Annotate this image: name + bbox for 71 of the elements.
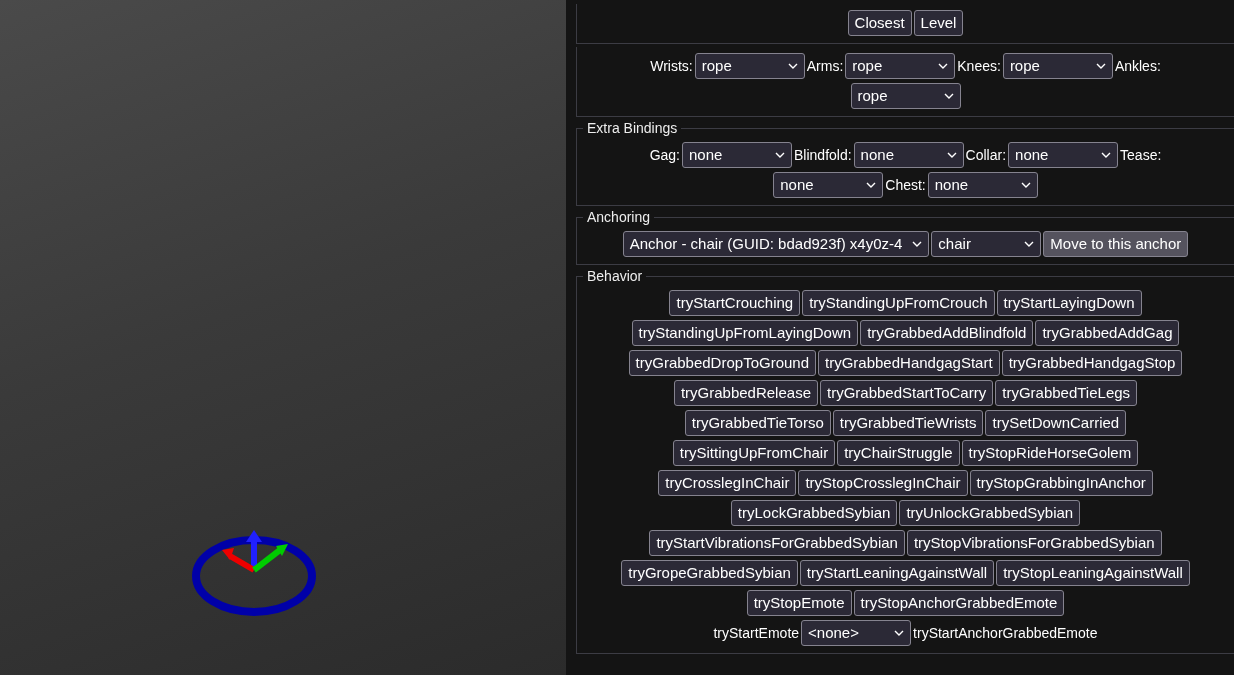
action-button[interactable]: Level <box>913 9 964 36</box>
action-button[interactable]: Move to this anchor <box>1043 230 1189 257</box>
field-label: Gag: <box>649 146 680 163</box>
dropdown[interactable]: none <box>773 171 884 198</box>
caret-icon <box>1095 62 1106 69</box>
caret-icon <box>787 62 798 69</box>
action-button[interactable]: tryStartCrouching <box>669 289 801 316</box>
section-title: Extra Bindings <box>586 120 679 136</box>
action-button[interactable]: tryGrabbedAddBlindfold <box>860 319 1034 346</box>
caret-icon <box>894 629 905 636</box>
action-button[interactable]: tryStartLeaningAgainstWall <box>799 559 995 586</box>
dropdown[interactable]: rope <box>1002 52 1113 79</box>
action-button[interactable]: tryGropeGrabbedSybian <box>621 559 798 586</box>
field-label: Ankles: <box>1114 57 1161 74</box>
action-button[interactable]: tryStartLayingDown <box>996 289 1142 316</box>
action-button[interactable]: tryStopRideHorseGolem <box>961 439 1139 466</box>
caret-icon <box>775 151 785 158</box>
dropdown[interactable]: rope <box>850 82 961 109</box>
section-title: Behavior <box>586 268 644 284</box>
action-button[interactable]: tryGrabbedTieTorso <box>684 409 831 436</box>
dropdown[interactable]: none <box>853 141 964 168</box>
field-label: Collar: <box>965 146 1007 163</box>
caret-icon <box>946 151 957 158</box>
dropdown[interactable]: Anchor - chair (GUID: bdad923f) x4y0z-4 <box>622 230 930 257</box>
action-button[interactable]: trySetDownCarried <box>985 409 1127 436</box>
action-button[interactable]: tryUnlockGrabbedSybian <box>899 499 1081 526</box>
action-button[interactable]: tryStopCrosslegInChair <box>798 469 968 496</box>
action-button[interactable]: tryLockGrabbedSybian <box>730 499 898 526</box>
action-button[interactable]: tryStopGrabbingInAnchor <box>969 469 1153 496</box>
caret-icon <box>1024 240 1035 247</box>
field-label: Wrists: <box>650 57 693 74</box>
action-button[interactable]: tryChairStruggle <box>837 439 960 466</box>
action-button[interactable]: tryGrabbedStartToCarry <box>820 379 994 406</box>
action-button[interactable]: trySittingUpFromChair <box>672 439 836 466</box>
section-title: Anchoring <box>586 209 652 225</box>
field-label: Arms: <box>806 57 844 74</box>
action-button[interactable]: tryGrabbedRelease <box>673 379 818 406</box>
action-button[interactable]: tryStartVibrationsForGrabbedSybian <box>649 529 905 556</box>
action-button[interactable]: tryCrosslegInChair <box>658 469 797 496</box>
action-button[interactable]: tryStopAnchorGrabbedEmote <box>853 589 1065 616</box>
dropdown[interactable]: chair <box>931 230 1042 257</box>
action-button[interactable]: tryStopEmote <box>746 589 852 616</box>
action-button[interactable]: tryGrabbedAddGag <box>1035 319 1180 346</box>
action-button[interactable]: tryGrabbedHandgagStop <box>1001 349 1183 376</box>
caret-icon <box>938 62 949 69</box>
caret-icon <box>943 92 954 99</box>
caret-icon <box>912 240 923 247</box>
action-button[interactable]: tryGrabbedDropToGround <box>628 349 816 376</box>
dropdown[interactable]: rope <box>845 52 956 79</box>
action-button[interactable]: tryStopLeaningAgainstWall <box>996 559 1190 586</box>
field-label: Chest: <box>885 176 926 193</box>
field-label: Knees: <box>957 57 1001 74</box>
field-label: Tease: <box>1120 146 1162 163</box>
caret-icon <box>866 181 877 188</box>
dropdown[interactable]: none <box>682 141 792 168</box>
caret-icon <box>1101 151 1112 158</box>
dropdown[interactable]: none <box>927 171 1038 198</box>
field-label: tryStartAnchorGrabbedEmote <box>913 624 1098 641</box>
action-button[interactable]: tryGrabbedHandgagStart <box>818 349 1000 376</box>
caret-icon <box>1020 181 1031 188</box>
action-button[interactable]: tryGrabbedTieWrists <box>832 409 984 436</box>
action-button[interactable]: tryStandingUpFromLayingDown <box>631 319 859 346</box>
dropdown[interactable]: <none> <box>801 619 912 646</box>
action-button[interactable]: Closest <box>847 9 912 36</box>
action-button[interactable]: tryStopVibrationsForGrabbedSybian <box>906 529 1162 556</box>
field-label: tryStartEmote <box>713 624 800 641</box>
action-button[interactable]: tryGrabbedTieLegs <box>995 379 1138 406</box>
action-button[interactable]: tryStandingUpFromCrouch <box>802 289 995 316</box>
dropdown[interactable]: rope <box>694 52 805 79</box>
field-label: Blindfold: <box>794 146 852 163</box>
dropdown[interactable]: none <box>1008 141 1119 168</box>
